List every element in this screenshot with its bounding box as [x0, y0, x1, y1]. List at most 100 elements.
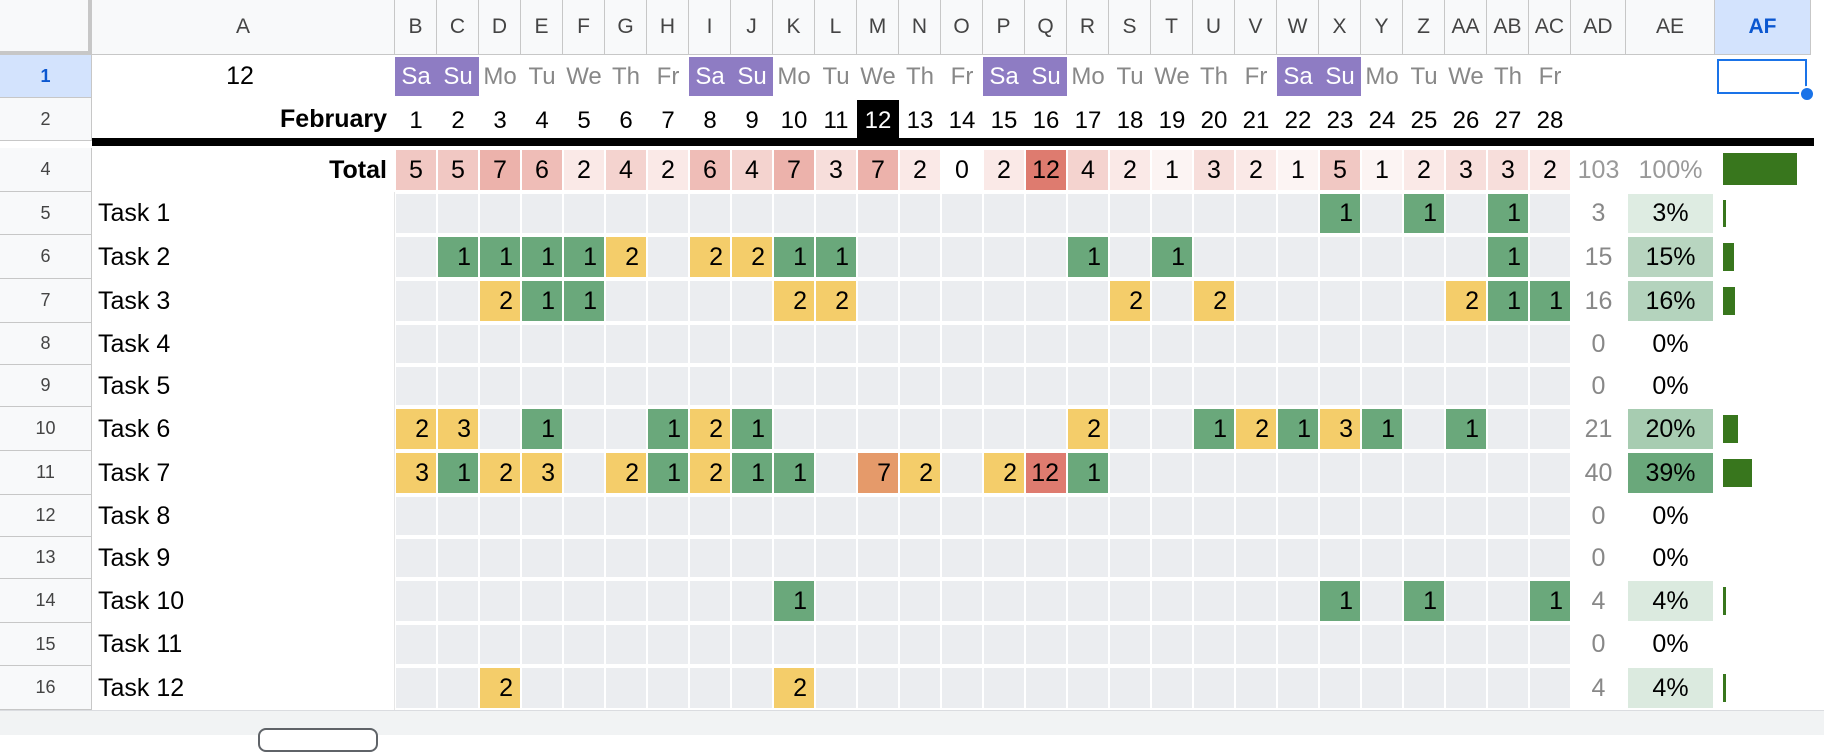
weekday-cell[interactable]: Tu	[1403, 57, 1445, 96]
task-day-cell[interactable]	[438, 325, 478, 363]
task-day-cell[interactable]	[1236, 668, 1276, 708]
daily-total-cell[interactable]: 4	[606, 150, 646, 190]
task-day-cell[interactable]	[858, 237, 898, 277]
column-header-l[interactable]: L	[815, 0, 857, 55]
column-header-f[interactable]: F	[563, 0, 605, 55]
task-day-cell[interactable]	[1362, 237, 1402, 277]
date-cell[interactable]: 13	[899, 100, 941, 141]
task-day-cell[interactable]	[816, 497, 856, 535]
task-day-cell[interactable]	[732, 539, 772, 577]
task-day-cell[interactable]	[732, 625, 772, 664]
task-day-cell[interactable]	[1278, 367, 1318, 405]
task-day-cell[interactable]	[1278, 539, 1318, 577]
task-day-cell[interactable]	[438, 625, 478, 664]
task-pct-cell[interactable]: 0%	[1628, 539, 1713, 577]
task-day-cell[interactable]	[1488, 453, 1528, 493]
task-day-cell[interactable]	[480, 539, 520, 577]
task-day-cell[interactable]	[396, 581, 436, 621]
task-day-cell[interactable]	[816, 668, 856, 708]
task-day-cell[interactable]	[522, 581, 562, 621]
task-day-cell[interactable]	[1320, 237, 1360, 277]
date-cell[interactable]: 17	[1067, 100, 1109, 141]
task-day-cell[interactable]	[900, 581, 940, 621]
task-day-cell[interactable]	[1488, 497, 1528, 535]
task-name-cell[interactable]: Task 1	[92, 192, 395, 235]
task-name-cell[interactable]: Task 7	[92, 451, 395, 495]
task-day-cell[interactable]	[984, 497, 1024, 535]
task-day-cell[interactable]	[1026, 194, 1066, 233]
task-day-cell[interactable]	[858, 409, 898, 449]
daily-total-cell[interactable]: 1	[1362, 150, 1402, 190]
task-day-cell[interactable]	[942, 453, 982, 493]
column-header-y[interactable]: Y	[1361, 0, 1403, 55]
task-day-cell[interactable]	[732, 497, 772, 535]
task-day-cell[interactable]	[1530, 194, 1570, 233]
task-day-cell[interactable]	[480, 625, 520, 664]
task-day-cell[interactable]	[732, 581, 772, 621]
task-day-cell[interactable]	[1530, 668, 1570, 708]
task-day-cell[interactable]	[1026, 668, 1066, 708]
weekday-cell[interactable]: We	[857, 57, 899, 96]
task-day-cell[interactable]	[1068, 625, 1108, 664]
date-cell[interactable]: 2	[437, 100, 479, 141]
task-day-cell[interactable]	[1362, 497, 1402, 535]
task-day-cell[interactable]	[942, 367, 982, 405]
task-day-cell[interactable]	[732, 668, 772, 708]
task-day-cell[interactable]	[732, 281, 772, 321]
task-day-cell[interactable]: 3	[396, 453, 436, 493]
date-cell[interactable]: 14	[941, 100, 983, 141]
task-day-cell[interactable]: 1	[1320, 194, 1360, 233]
daily-total-cell[interactable]: 1	[1278, 150, 1318, 190]
task-day-cell[interactable]	[396, 668, 436, 708]
task-day-cell[interactable]	[1278, 453, 1318, 493]
daily-total-cell[interactable]: 7	[774, 150, 814, 190]
task-day-cell[interactable]	[1110, 194, 1150, 233]
weekday-cell[interactable]: Tu	[1109, 57, 1151, 96]
task-pct-cell[interactable]: 39%	[1628, 453, 1713, 493]
task-day-cell[interactable]: 2	[984, 453, 1024, 493]
task-sum-cell[interactable]: 4	[1571, 666, 1626, 710]
task-day-cell[interactable]	[900, 194, 940, 233]
task-day-cell[interactable]: 2	[732, 237, 772, 277]
date-cell[interactable]: 21	[1235, 100, 1277, 141]
task-day-cell[interactable]	[1152, 367, 1192, 405]
daily-total-cell[interactable]: 2	[1236, 150, 1276, 190]
weekday-cell[interactable]: Tu	[815, 57, 857, 96]
task-day-cell[interactable]	[732, 367, 772, 405]
daily-total-cell[interactable]: 4	[732, 150, 772, 190]
task-day-cell[interactable]	[1110, 497, 1150, 535]
task-day-cell[interactable]	[1152, 194, 1192, 233]
task-pct-cell[interactable]: 20%	[1628, 409, 1713, 449]
column-header-c[interactable]: C	[437, 0, 479, 55]
task-day-cell[interactable]	[900, 281, 940, 321]
weekday-cell[interactable]: We	[1151, 57, 1193, 96]
active-cell-selection[interactable]	[1717, 59, 1807, 94]
task-day-cell[interactable]	[606, 409, 646, 449]
weekday-cell[interactable]: Th	[899, 57, 941, 96]
task-sum-cell[interactable]: 0	[1571, 623, 1626, 666]
task-day-cell[interactable]: 1	[522, 281, 562, 321]
task-day-cell[interactable]	[984, 409, 1024, 449]
task-pct-cell[interactable]: 3%	[1628, 194, 1713, 233]
task-day-cell[interactable]	[606, 668, 646, 708]
task-day-cell[interactable]	[1362, 367, 1402, 405]
task-pct-cell[interactable]: 16%	[1628, 281, 1713, 321]
task-day-cell[interactable]	[396, 625, 436, 664]
task-day-cell[interactable]	[396, 237, 436, 277]
task-day-cell[interactable]	[1320, 625, 1360, 664]
task-day-cell[interactable]: 2	[1068, 409, 1108, 449]
daily-total-cell[interactable]: 3	[816, 150, 856, 190]
column-header-n[interactable]: N	[899, 0, 941, 55]
task-day-cell[interactable]	[690, 367, 730, 405]
task-day-cell[interactable]	[480, 581, 520, 621]
task-day-cell[interactable]	[1152, 409, 1192, 449]
task-day-cell[interactable]	[858, 581, 898, 621]
daily-total-cell[interactable]: 3	[1488, 150, 1528, 190]
task-day-cell[interactable]	[1194, 237, 1234, 277]
task-pct-cell[interactable]: 0%	[1628, 367, 1713, 405]
task-day-cell[interactable]	[858, 497, 898, 535]
task-day-cell[interactable]	[1110, 453, 1150, 493]
task-day-cell[interactable]	[1152, 625, 1192, 664]
task-day-cell[interactable]	[1320, 367, 1360, 405]
task-day-cell[interactable]	[1110, 625, 1150, 664]
